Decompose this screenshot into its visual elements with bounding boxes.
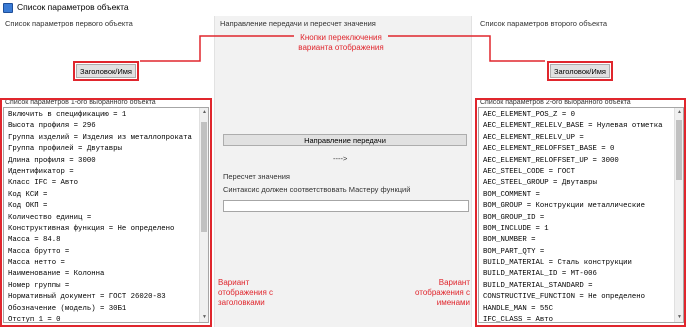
- list-item[interactable]: Масса = 84.8: [6, 235, 198, 246]
- right-scroll-thumb[interactable]: [676, 120, 682, 180]
- right-panel: Список параметров второго объекта Заголо…: [475, 16, 688, 327]
- right-list-items: AEC_ELEMENT_POS_Z = 0 AEC_ELEMENT_RELELV_…: [481, 110, 673, 322]
- list-item[interactable]: AEC_ELEMENT_RELOFFSET_UP = 3000: [481, 156, 673, 167]
- window-title: Список параметров объекта: [17, 2, 129, 12]
- list-item[interactable]: BOM_PART_QTY =: [481, 247, 673, 258]
- right-panel-caption: Список параметров второго объекта: [480, 19, 608, 28]
- list-item[interactable]: Наименование = Колонна: [6, 269, 198, 280]
- list-item[interactable]: BUILD_MATERIAL_STANDARD =: [481, 281, 673, 292]
- list-item[interactable]: Код КСИ =: [6, 190, 198, 201]
- list-item[interactable]: Код ОКП =: [6, 201, 198, 212]
- left-parameter-list[interactable]: Включить в спецификацию = 1 Высота профил…: [3, 107, 209, 323]
- scroll-down-icon[interactable]: ▼: [675, 313, 683, 322]
- scroll-up-icon[interactable]: ▲: [675, 108, 683, 117]
- buttons-annotation: Кнопки переключения варианта отображения: [298, 33, 384, 52]
- right-variant-annotation: Вариант отображения с именами: [414, 278, 470, 307]
- left-panel-caption: Список параметров первого объекта: [5, 19, 133, 28]
- list-item[interactable]: AEC_STEEL_CODE = ГОСТ: [481, 167, 673, 178]
- left-panel: Список параметров первого объекта Заголо…: [0, 16, 212, 327]
- list-item[interactable]: Отступ 1 = 0: [6, 315, 198, 322]
- scroll-down-icon[interactable]: ▼: [200, 313, 208, 322]
- left-list-caption: Список параметров 1-ого выбранного объек…: [5, 99, 156, 106]
- right-list-caption: Список параметров 2-ого выбранного объек…: [480, 99, 631, 106]
- list-item[interactable]: BUILD_MATERIAL_ID = МТ-006: [481, 269, 673, 280]
- transfer-arrow: ---->: [333, 154, 348, 163]
- list-item[interactable]: Конструктивная функция = Не определено: [6, 224, 198, 235]
- list-item[interactable]: Нормативный документ = ГОСТ 26020-83: [6, 292, 198, 303]
- list-item[interactable]: Масса брутто =: [6, 247, 198, 258]
- left-list-items: Включить в спецификацию = 1 Высота профил…: [6, 110, 198, 322]
- app-icon: [3, 3, 13, 13]
- list-item[interactable]: AEC_ELEMENT_POS_Z = 0: [481, 110, 673, 121]
- list-item[interactable]: AEC_ELEMENT_RELELV_BASE = Нулевая отметк…: [481, 121, 673, 132]
- transfer-direction-button[interactable]: Направление передачи: [223, 134, 467, 146]
- list-item[interactable]: Количество единиц =: [6, 213, 198, 224]
- right-scrollbar[interactable]: ▲ ▼: [674, 108, 683, 322]
- left-toggle-button[interactable]: Заголовок/Имя: [73, 61, 139, 81]
- list-item[interactable]: AEC_STEEL_GROUP = Двутавры: [481, 178, 673, 189]
- left-scrollbar[interactable]: ▲ ▼: [199, 108, 208, 322]
- list-item[interactable]: Включить в спецификацию = 1: [6, 110, 198, 121]
- list-item[interactable]: Высота профиля = 296: [6, 121, 198, 132]
- list-item[interactable]: Номер группы =: [6, 281, 198, 292]
- recalc-label: Пересчет значения: [223, 172, 290, 181]
- list-item[interactable]: BOM_GROUP = Конструкции металлические: [481, 201, 673, 212]
- list-item[interactable]: Длина профиля = 3000: [6, 156, 198, 167]
- list-item[interactable]: Идентификатор =: [6, 167, 198, 178]
- list-item[interactable]: BOM_NUMBER =: [481, 235, 673, 246]
- right-toggle-button[interactable]: Заголовок/Имя: [547, 61, 613, 81]
- list-item[interactable]: Группа профилей = Двутавры: [6, 144, 198, 155]
- left-variant-annotation: Вариант отображения с заголовками: [218, 278, 274, 307]
- scroll-up-icon[interactable]: ▲: [200, 108, 208, 117]
- title-bar: Список параметров объекта: [0, 0, 688, 16]
- list-item[interactable]: BOM_INCLUDE = 1: [481, 224, 673, 235]
- list-item[interactable]: BOM_COMMENT =: [481, 190, 673, 201]
- list-item[interactable]: Обозначение (модель) = 30Б1: [6, 304, 198, 315]
- list-item[interactable]: Масса нетто =: [6, 258, 198, 269]
- middle-panel-caption: Направление передачи и пересчет значения: [220, 19, 376, 28]
- list-item[interactable]: Класс IFC = Авто: [6, 178, 198, 189]
- list-item[interactable]: AEC_ELEMENT_RELOFFSET_BASE = 0: [481, 144, 673, 155]
- list-item[interactable]: AEC_ELEMENT_RELELV_UP =: [481, 133, 673, 144]
- list-item[interactable]: CONSTRUCTIVE_FUNCTION = Не определено: [481, 292, 673, 303]
- list-item[interactable]: Группа изделий = Изделия из металлопрока…: [6, 133, 198, 144]
- list-item[interactable]: IFC_CLASS = Авто: [481, 315, 673, 322]
- recalc-input[interactable]: [223, 200, 469, 212]
- left-scroll-thumb[interactable]: [201, 122, 207, 232]
- list-item[interactable]: BUILD_MATERIAL = Сталь конструкции: [481, 258, 673, 269]
- list-item[interactable]: BOM_GROUP_ID =: [481, 213, 673, 224]
- list-item[interactable]: HANDLE_MAN = 55C: [481, 304, 673, 315]
- syntax-hint: Синтаксис должен соответствовать Мастеру…: [223, 185, 411, 194]
- right-parameter-list[interactable]: AEC_ELEMENT_POS_Z = 0 AEC_ELEMENT_RELELV_…: [478, 107, 684, 323]
